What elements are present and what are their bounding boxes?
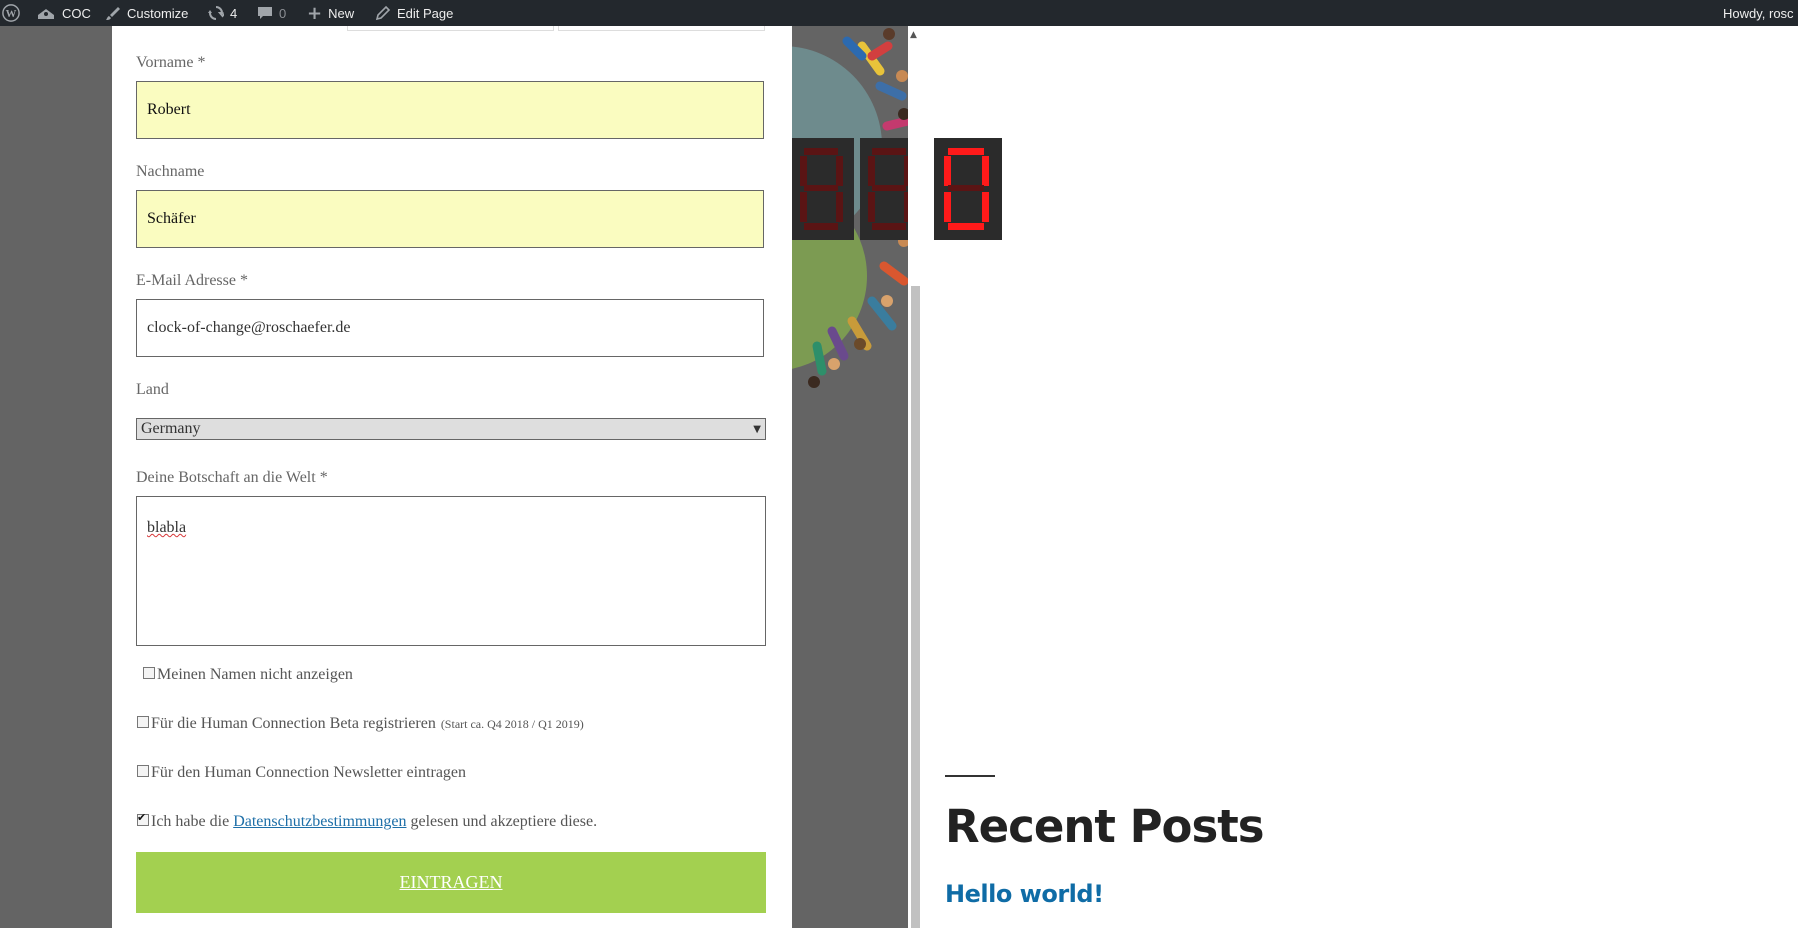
last-name-field[interactable] bbox=[136, 190, 764, 248]
post-link[interactable]: Hello world! bbox=[945, 880, 1104, 908]
last-name-label: Nachname bbox=[136, 163, 205, 180]
plus-icon: + bbox=[307, 2, 323, 24]
dropdown-arrow-icon: ▼ bbox=[753, 423, 761, 435]
hide-name-option[interactable]: Meinen Namen nicht anzeigen bbox=[143, 666, 353, 684]
beta-registration-label: Für die Human Connection Beta registrier… bbox=[151, 715, 436, 732]
new-label: New bbox=[328, 5, 355, 21]
wordpress-logo-icon[interactable]: W bbox=[2, 0, 20, 26]
home-icon bbox=[38, 9, 54, 19]
beta-registration-option[interactable]: Für die Human Connection Beta registrier… bbox=[137, 715, 584, 733]
message-textarea[interactable]: blabla bbox=[136, 496, 766, 646]
customize-menu[interactable]: Customize bbox=[105, 0, 188, 26]
site-name-menu[interactable]: COC bbox=[36, 0, 91, 26]
comments-count: 0 bbox=[279, 5, 287, 21]
country-label: Land bbox=[136, 381, 169, 398]
privacy-consent-option[interactable]: Ich habe die Datenschutzbestimmungen gel… bbox=[137, 811, 598, 831]
comment-icon bbox=[258, 7, 272, 19]
scrollbar-thumb[interactable] bbox=[911, 286, 920, 928]
form-scrollbar[interactable]: ▲ bbox=[908, 26, 923, 928]
paintbrush-icon bbox=[106, 7, 120, 20]
hide-name-checkbox[interactable] bbox=[143, 667, 155, 679]
hide-name-label: Meinen Namen nicht anzeigen bbox=[157, 666, 353, 683]
email-label: E-Mail Adresse * bbox=[136, 272, 248, 289]
howdy-label: Howdy, rosc bbox=[1723, 5, 1794, 21]
privacy-policy-link[interactable]: Datenschutzbestimmungen bbox=[233, 813, 406, 831]
newsletter-checkbox[interactable] bbox=[137, 765, 149, 777]
newsletter-option[interactable]: Für den Human Connection Newsletter eint… bbox=[137, 764, 466, 782]
submit-button[interactable]: EINTRAGEN bbox=[136, 852, 766, 913]
newsletter-label: Für den Human Connection Newsletter eint… bbox=[151, 764, 467, 781]
modal-backdrop-left bbox=[0, 26, 112, 928]
message-value: blabla bbox=[147, 519, 187, 536]
privacy-consent-checkbox[interactable] bbox=[137, 811, 149, 826]
scroll-up-icon[interactable]: ▲ bbox=[910, 30, 917, 40]
recent-posts-heading: Recent Posts bbox=[945, 800, 1265, 853]
email-field[interactable] bbox=[136, 299, 764, 357]
beta-registration-checkbox[interactable] bbox=[137, 716, 149, 728]
clock-digit-3 bbox=[934, 138, 1002, 240]
country-selected-value: Germany bbox=[141, 420, 201, 437]
signup-form: Vorname * Nachname E-Mail Adresse * Land… bbox=[112, 26, 792, 928]
svg-text:W: W bbox=[6, 8, 17, 20]
edit-page-menu[interactable]: Edit Page bbox=[375, 0, 453, 26]
first-name-label: Vorname * bbox=[136, 54, 206, 71]
site-name-label: COC bbox=[62, 5, 91, 21]
comments-menu[interactable]: 0 bbox=[257, 0, 286, 26]
new-content-menu[interactable]: + New bbox=[307, 0, 354, 26]
field-edge bbox=[558, 26, 765, 31]
customize-label: Customize bbox=[127, 5, 189, 21]
country-select[interactable]: Germany ▼ bbox=[136, 418, 766, 440]
message-label: Deine Botschaft an die Welt * bbox=[136, 469, 328, 486]
updates-menu[interactable]: 4 bbox=[208, 0, 237, 26]
first-name-field[interactable] bbox=[136, 81, 764, 139]
admin-bar: W COC Customize 4 0 + New Edit Page Howd… bbox=[0, 0, 1798, 26]
field-edge bbox=[347, 26, 554, 31]
privacy-consent-label-after: gelesen und akzeptiere diese. bbox=[410, 813, 598, 830]
edit-page-label: Edit Page bbox=[397, 5, 454, 21]
my-account-menu[interactable]: Howdy, rosc bbox=[1723, 0, 1794, 26]
privacy-consent-label-before: Ich habe die bbox=[151, 813, 230, 830]
beta-registration-note: (Start ca. Q4 2018 / Q1 2019) bbox=[440, 716, 584, 731]
clock-digit-1 bbox=[792, 138, 854, 240]
pencil-icon bbox=[375, 5, 391, 21]
widget-divider bbox=[945, 775, 995, 777]
updates-icon bbox=[208, 6, 224, 20]
updates-count: 4 bbox=[230, 5, 238, 21]
